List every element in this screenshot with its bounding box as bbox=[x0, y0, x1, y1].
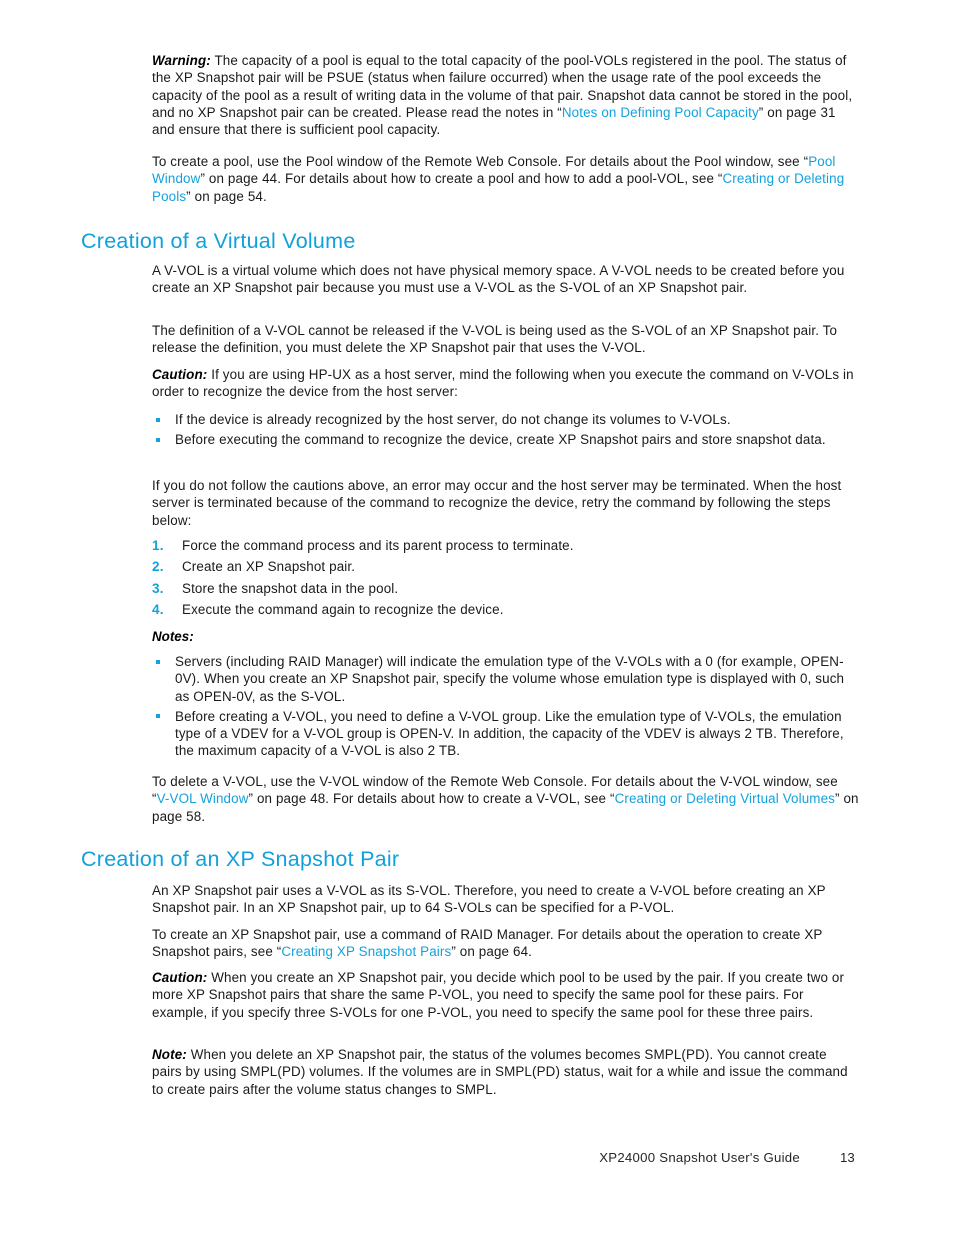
note-smpl-paragraph: Note: When you delete an XP Snapshot pai… bbox=[152, 1046, 859, 1098]
pair-create-paragraph: To create an XP Snapshot pair, use a com… bbox=[152, 926, 859, 961]
delete-vvol-text-2: ” on page 48. For details about how to c… bbox=[248, 791, 615, 807]
pair-create-block: To create an XP Snapshot pair, use a com… bbox=[152, 926, 859, 972]
vvol-intro-paragraph: A V-VOL is a virtual volume which does n… bbox=[152, 263, 845, 296]
steps-list-wrap: 1. Force the command process and its pare… bbox=[152, 537, 859, 622]
pool-paragraph: To create a pool, use the Pool window of… bbox=[152, 153, 859, 205]
pool-text-2: ” on page 44. For details about how to c… bbox=[200, 171, 723, 187]
caution-pool-text: When you create an XP Snapshot pair, you… bbox=[152, 970, 845, 1020]
notes-label-wrap: Notes: bbox=[152, 628, 859, 645]
notes-bullet-list: Servers (including RAID Manager) will in… bbox=[152, 653, 859, 760]
bullet-icon bbox=[156, 659, 160, 664]
step-number: 4. bbox=[152, 601, 164, 617]
step-number: 1. bbox=[152, 538, 164, 553]
pool-block: To create a pool, use the Pool window of… bbox=[152, 153, 859, 216]
list-item: If the device is already recognized by t… bbox=[152, 411, 859, 428]
link-vvol-window[interactable]: V-VOL Window bbox=[157, 791, 249, 806]
warning-block: Warning: The capacity of a pool is equal… bbox=[152, 52, 859, 149]
pair-intro-block: An XP Snapshot pair uses a V-VOL as its … bbox=[152, 882, 859, 928]
section-heading-snapshot-pair-wrap: Creation of an XP Snapshot Pair bbox=[81, 846, 859, 872]
list-item: 4. Execute the command again to recognize… bbox=[152, 601, 859, 618]
footer-page-number: 13 bbox=[840, 1150, 855, 1165]
note-smpl-lead-label: Note: bbox=[152, 1047, 187, 1062]
cautions-followup-paragraph: If you do not follow the cautions above,… bbox=[152, 478, 842, 528]
notes-label: Notes: bbox=[152, 629, 194, 644]
bullet-icon bbox=[156, 417, 160, 422]
list-item: Before creating a V-VOL, you need to def… bbox=[152, 708, 859, 760]
caution-hpux-paragraph: Caution: If you are using HP-UX as a hos… bbox=[152, 366, 859, 401]
section-heading-snapshot-pair: Creation of an XP Snapshot Pair bbox=[81, 847, 400, 871]
cautions-followup-block: If you do not follow the cautions above,… bbox=[152, 477, 859, 540]
list-item-text: Before executing the command to recogniz… bbox=[175, 432, 826, 448]
list-item-text: Execute the command again to recognize t… bbox=[182, 601, 504, 617]
hpux-bullet-list-wrap: If the device is already recognized by t… bbox=[152, 411, 859, 449]
link-notes-on-defining-pool-capacity[interactable]: Notes on Defining Pool Capacity bbox=[562, 105, 759, 120]
bullet-icon bbox=[156, 437, 160, 442]
delete-vvol-paragraph: To delete a V-VOL, use the V-VOL window … bbox=[152, 773, 859, 825]
bullet-icon bbox=[156, 714, 160, 719]
link-creating-or-deleting-virtual-volumes[interactable]: Creating or Deleting Virtual Volumes bbox=[615, 791, 835, 806]
list-item: Before executing the command to recogniz… bbox=[152, 431, 859, 448]
note-smpl-text: When you delete an XP Snapshot pair, the… bbox=[152, 1047, 848, 1097]
caution-hpux-lead-label: Caution: bbox=[152, 367, 208, 382]
link-creating-xp-snapshot-pairs[interactable]: Creating XP Snapshot Pairs bbox=[281, 944, 451, 959]
pool-text-1: To create a pool, use the Pool window of… bbox=[152, 154, 809, 169]
vvol-definition-block: The definition of a V-VOL cannot be rele… bbox=[152, 322, 859, 368]
list-item-text: Create an XP Snapshot pair. bbox=[182, 559, 356, 575]
list-item-text: Servers (including RAID Manager) will in… bbox=[175, 654, 845, 704]
caution-hpux-block: Caution: If you are using HP-UX as a hos… bbox=[152, 366, 859, 412]
warning-lead-label: Warning: bbox=[152, 53, 211, 68]
list-item-text: Store the snapshot data in the pool. bbox=[182, 580, 399, 596]
list-item-text: If the device is already recognized by t… bbox=[175, 412, 731, 427]
list-item: 3. Store the snapshot data in the pool. bbox=[152, 580, 859, 597]
notes-bullet-list-wrap: Servers (including RAID Manager) will in… bbox=[152, 653, 859, 760]
warning-paragraph: Warning: The capacity of a pool is equal… bbox=[152, 52, 859, 138]
delete-vvol-block: To delete a V-VOL, use the V-VOL window … bbox=[152, 773, 859, 836]
document-page: Warning: The capacity of a pool is equal… bbox=[0, 0, 954, 1235]
list-item: 2. Create an XP Snapshot pair. bbox=[152, 558, 859, 575]
caution-pool-paragraph: Caution: When you create an XP Snapshot … bbox=[152, 969, 859, 1021]
steps-list: 1. Force the command process and its pare… bbox=[152, 537, 859, 618]
list-item-text: Force the command process and its parent… bbox=[182, 538, 574, 553]
vvol-intro-block: A V-VOL is a virtual volume which does n… bbox=[152, 262, 859, 308]
list-item: 1. Force the command process and its pare… bbox=[152, 537, 859, 554]
step-number: 3. bbox=[152, 580, 164, 596]
page-footer: XP24000 Snapshot User's Guide 13 bbox=[0, 1150, 954, 1174]
footer-document-title: XP24000 Snapshot User's Guide bbox=[599, 1150, 800, 1165]
section-heading-virtual-volume: Creation of a Virtual Volume bbox=[81, 229, 356, 253]
pair-create-text-2: ” on page 64. bbox=[451, 944, 533, 960]
caution-pool-lead-label: Caution: bbox=[152, 970, 208, 985]
pool-text-3: ” on page 54. bbox=[186, 188, 267, 204]
hpux-bullet-list: If the device is already recognized by t… bbox=[152, 411, 859, 449]
note-smpl-block: Note: When you delete an XP Snapshot pai… bbox=[152, 1046, 859, 1109]
caution-hpux-text: If you are using HP-UX as a host server,… bbox=[152, 367, 854, 400]
pair-intro-paragraph: An XP Snapshot pair uses a V-VOL as its … bbox=[152, 883, 826, 916]
vvol-definition-paragraph: The definition of a V-VOL cannot be rele… bbox=[152, 323, 838, 356]
list-item: Servers (including RAID Manager) will in… bbox=[152, 653, 859, 705]
caution-pool-block: Caution: When you create an XP Snapshot … bbox=[152, 969, 859, 1032]
section-heading-virtual-volume-wrap: Creation of a Virtual Volume bbox=[81, 228, 859, 254]
list-item-text: Before creating a V-VOL, you need to def… bbox=[175, 708, 844, 759]
step-number: 2. bbox=[152, 559, 164, 575]
